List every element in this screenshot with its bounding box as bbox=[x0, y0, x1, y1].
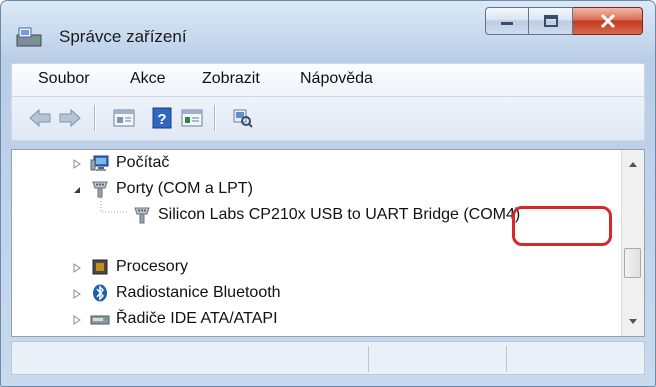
tree-item-pocitac[interactable]: Počítač bbox=[90, 150, 169, 176]
tree-item-bluetooth[interactable]: Radiostanice Bluetooth bbox=[90, 280, 281, 306]
device-tree[interactable]: Počítač Porty (COM a LPT) Silicon Labs C… bbox=[11, 149, 645, 337]
close-button[interactable] bbox=[573, 7, 643, 35]
show-hidden-icon[interactable] bbox=[180, 107, 204, 129]
maximize-icon bbox=[543, 15, 558, 27]
toolbar-separator bbox=[94, 105, 95, 131]
scroll-up-icon[interactable] bbox=[628, 160, 638, 168]
collapse-arrow-icon[interactable] bbox=[72, 185, 82, 195]
maximize-button[interactable] bbox=[529, 7, 573, 35]
device-manager-window: Správce zařízení Soubor Akce Zobrazit Ná… bbox=[0, 0, 656, 387]
tree-item-label: Počítač bbox=[116, 154, 170, 171]
scan-hardware-icon[interactable] bbox=[230, 107, 254, 129]
expand-arrow-icon[interactable] bbox=[72, 263, 82, 273]
title-bar[interactable]: Správce zařízení bbox=[1, 1, 655, 61]
tree-item-label: Radiostanice Bluetooth bbox=[116, 284, 281, 301]
port-icon bbox=[92, 181, 108, 198]
menu-zobrazit[interactable]: Zobrazit bbox=[202, 70, 260, 88]
window-title: Správce zařízení bbox=[59, 27, 187, 46]
ide-controller-icon bbox=[90, 315, 110, 325]
expand-arrow-icon[interactable] bbox=[72, 289, 82, 299]
port-icon bbox=[134, 207, 150, 224]
bluetooth-icon bbox=[93, 284, 107, 302]
tree-item-label: Porty (COM a LPT) bbox=[116, 180, 253, 197]
forward-arrow-icon[interactable] bbox=[58, 107, 82, 129]
menu-bar: Soubor Akce Zobrazit Nápověda bbox=[11, 63, 645, 97]
back-arrow-icon[interactable] bbox=[28, 107, 52, 129]
help-icon[interactable]: ? bbox=[150, 107, 174, 129]
tree-connector bbox=[100, 198, 128, 213]
scrollbar-thumb[interactable] bbox=[624, 248, 641, 278]
menu-akce[interactable]: Akce bbox=[130, 70, 166, 88]
tree-item-label: Řadiče IDE ATA/ATAPI bbox=[116, 310, 278, 327]
tree-item-procesory[interactable]: Procesory bbox=[90, 254, 188, 280]
vertical-scrollbar[interactable] bbox=[621, 150, 644, 336]
svg-text:?: ? bbox=[157, 111, 166, 128]
red-highlight-annotation bbox=[512, 206, 612, 246]
toolbar-separator bbox=[214, 105, 215, 131]
menu-napoveda[interactable]: Nápověda bbox=[300, 70, 373, 88]
status-divider bbox=[368, 346, 369, 372]
close-icon bbox=[600, 13, 615, 29]
status-bar bbox=[11, 341, 645, 375]
expand-arrow-icon[interactable] bbox=[72, 315, 82, 325]
tree-item-label: Silicon Labs CP210x USB to UART Bridge (… bbox=[158, 206, 521, 223]
status-divider bbox=[506, 346, 507, 372]
tree-item-label: Procesory bbox=[116, 258, 189, 275]
tree-item-ide[interactable]: Řadiče IDE ATA/ATAPI bbox=[90, 306, 278, 332]
device-manager-icon bbox=[16, 27, 42, 47]
scroll-down-icon[interactable] bbox=[628, 318, 638, 326]
properties-icon[interactable] bbox=[112, 107, 136, 129]
processor-icon bbox=[92, 259, 108, 275]
minimize-button[interactable] bbox=[485, 7, 529, 35]
expand-arrow-icon[interactable] bbox=[72, 159, 82, 169]
computer-icon bbox=[90, 155, 109, 171]
toolbar: ? bbox=[11, 97, 645, 141]
tree-item-silicon-labs[interactable]: Silicon Labs CP210x USB to UART Bridge (… bbox=[132, 202, 520, 228]
minimize-icon bbox=[501, 22, 513, 25]
menu-soubor[interactable]: Soubor bbox=[38, 70, 90, 88]
